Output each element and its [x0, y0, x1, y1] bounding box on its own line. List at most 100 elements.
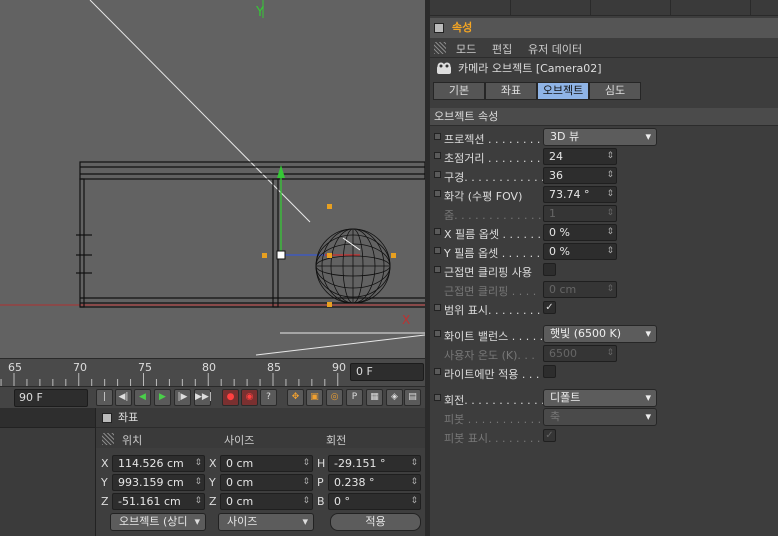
property-dropdown[interactable]: 3D 뷰 — [543, 128, 657, 146]
panel-toggle-icon[interactable] — [102, 413, 112, 423]
property-checkbox[interactable] — [543, 263, 556, 276]
property-dropdown[interactable]: 디폴트 — [543, 389, 657, 407]
coords-title: 좌표 — [118, 411, 139, 424]
pla-key-button[interactable]: ▦ — [366, 389, 383, 406]
property-label: 구경. . . . . . . . . . . . . — [444, 171, 552, 184]
property-label: 피봇 표시. . . . . . . . . — [444, 432, 548, 445]
keyframe-toggle-icon[interactable] — [434, 133, 441, 140]
keyframe-toggle-icon[interactable] — [434, 266, 441, 273]
property-label: 회전. . . . . . . . . . . . . — [444, 394, 552, 407]
record-button[interactable]: ● — [222, 389, 239, 406]
pos-axis-label: Z — [101, 495, 109, 508]
rotate-key-button[interactable]: ◎ — [326, 389, 343, 406]
wire-sphere — [315, 228, 391, 304]
camera-frustum-line-2 — [255, 334, 425, 356]
tab-basic[interactable]: 기본 — [433, 82, 485, 100]
pos-axis-label: Y — [101, 476, 108, 489]
keyframe-toggle-icon[interactable] — [434, 247, 441, 254]
scheme-button[interactable]: ▤ — [404, 389, 421, 406]
property-label: 프로젝션 . . . . . . . . . — [444, 133, 548, 146]
size-axis-label: Z — [209, 495, 217, 508]
coord-mode-dropdown[interactable]: 오브젝트 (상디 — [110, 513, 206, 531]
apply-button[interactable]: 적용 — [330, 513, 421, 531]
viewport-3d[interactable]: Y X — [0, 0, 425, 358]
goto-end-button[interactable]: ▶▶| — [194, 389, 212, 406]
property-row: Y 필름 옵셋 . . . . . . .0 % — [430, 242, 778, 261]
grip-icon — [434, 42, 446, 54]
keyframe-toggle-icon[interactable] — [434, 228, 441, 235]
playback-toolbar: 90 F |◀◀◀|◀▶|▶▶▶| ●◉? ✥▣◎P▦◈▤ — [0, 386, 425, 417]
pos-y-field[interactable]: 993.159 cm — [112, 474, 205, 491]
panel-header — [0, 408, 95, 428]
property-checkbox[interactable]: ✓ — [543, 301, 556, 314]
tab-depth[interactable]: 심도 — [589, 82, 641, 100]
property-label: 피봇 . . . . . . . . . . . . — [444, 413, 549, 426]
property-label: 사용자 온도 (K). . . — [444, 349, 535, 362]
sound-key-button[interactable]: ◈ — [386, 389, 403, 406]
x-axis-label: X — [402, 313, 410, 327]
property-row: 피봇 . . . . . . . . . . . .축 — [430, 408, 778, 427]
size-mode-dropdown[interactable]: 사이즈 — [218, 513, 314, 531]
pos-z-field[interactable]: -51.161 cm — [112, 493, 205, 510]
timeline-ruler[interactable]: 65 70 75 80 85 90 0 F — [0, 358, 425, 386]
tab-coords[interactable]: 좌표 — [485, 82, 537, 100]
play-back-button[interactable]: ◀ — [134, 389, 151, 406]
scale-key-button[interactable]: ▣ — [306, 389, 323, 406]
pos-x-field[interactable]: 114.526 cm — [112, 455, 205, 472]
property-field[interactable]: 73.74 ° — [543, 186, 617, 203]
property-label: 범위 표시. . . . . . . . . — [444, 304, 548, 317]
coord-row-y: Y 993.159 cm Y 0 cm P 0.238 ° — [96, 473, 426, 492]
coord-row-x: X 114.526 cm X 0 cm H -29.151 ° — [96, 454, 426, 473]
property-row: 줌. . . . . . . . . . . . . . .1 — [430, 204, 778, 223]
property-row: 화이트 밸런스 . . . . . 햇빛 (6500 K) — [430, 325, 778, 344]
play-button[interactable]: ▶ — [154, 389, 171, 406]
goto-start-button[interactable]: |◀◀ — [96, 389, 113, 417]
coords-headers: 위치 사이즈 회전 — [96, 428, 425, 448]
section-object-properties: 오브젝트 속성 — [430, 108, 778, 126]
autokey-button[interactable]: ◉ — [241, 389, 258, 406]
camera-icon — [437, 62, 451, 74]
property-checkbox[interactable] — [543, 365, 556, 378]
current-frame-field[interactable]: 0 F — [350, 363, 424, 381]
rot-h-field[interactable]: -29.151 ° — [328, 455, 421, 472]
keyframe-toggle-icon[interactable] — [434, 190, 441, 197]
size-z-field[interactable]: 0 cm — [220, 493, 313, 510]
keyframe-toggle-icon[interactable] — [434, 152, 441, 159]
property-row: X 필름 옵셋 . . . . . . .0 % — [430, 223, 778, 242]
menu-edit[interactable]: 편집 — [492, 41, 512, 57]
property-field[interactable]: 0 % — [543, 224, 617, 241]
y-axis-label: Y — [255, 5, 264, 20]
end-frame-field[interactable]: 90 F — [14, 389, 88, 407]
property-label: X 필름 옵셋 . . . . . . . — [444, 228, 548, 241]
menu-user-data[interactable]: 유저 데이터 — [528, 41, 582, 57]
property-row: 근접면 클리핑 사용 — [430, 261, 778, 280]
tab-object[interactable]: 오브젝트 — [537, 82, 589, 100]
param-key-button[interactable]: P — [346, 389, 363, 406]
property-field[interactable]: 0 % — [543, 243, 617, 260]
property-label: Y 필름 옵셋 . . . . . . . — [444, 247, 548, 260]
next-key-button[interactable]: |▶ — [174, 389, 191, 406]
object-manager-stub — [0, 408, 95, 536]
property-field[interactable]: 36 — [543, 167, 617, 184]
panel-toggle-icon[interactable] — [434, 23, 444, 33]
move-key-button[interactable]: ✥ — [287, 389, 304, 406]
prev-key-button[interactable]: ◀| — [115, 389, 132, 406]
keyframe-toggle-icon[interactable] — [434, 368, 441, 375]
size-x-field[interactable]: 0 cm — [220, 455, 313, 472]
property-field[interactable]: 24 — [543, 148, 617, 165]
property-dropdown[interactable]: 햇빛 (6500 K) — [543, 325, 657, 343]
coordinates-panel: 좌표 위치 사이즈 회전 X 114.526 cm X 0 cm H -29.1… — [95, 408, 425, 536]
size-axis-label: X — [209, 457, 217, 470]
menu-mode[interactable]: 모드 — [456, 41, 476, 57]
keyframe-toggle-icon[interactable] — [434, 394, 441, 401]
rot-b-field[interactable]: 0 ° — [328, 493, 421, 510]
keyframe-select-button[interactable]: ? — [260, 389, 277, 406]
property-field: 0 cm — [543, 281, 617, 298]
keyframe-toggle-icon[interactable] — [434, 304, 441, 311]
rot-p-field[interactable]: 0.238 ° — [328, 474, 421, 491]
keyframe-toggle-icon[interactable] — [434, 330, 441, 337]
keyframe-toggle-icon[interactable] — [434, 171, 441, 178]
property-row: 초점거리 . . . . . . . . . 24 — [430, 147, 778, 166]
size-y-field[interactable]: 0 cm — [220, 474, 313, 491]
property-label: 화이트 밸런스 . . . . . — [444, 330, 544, 343]
